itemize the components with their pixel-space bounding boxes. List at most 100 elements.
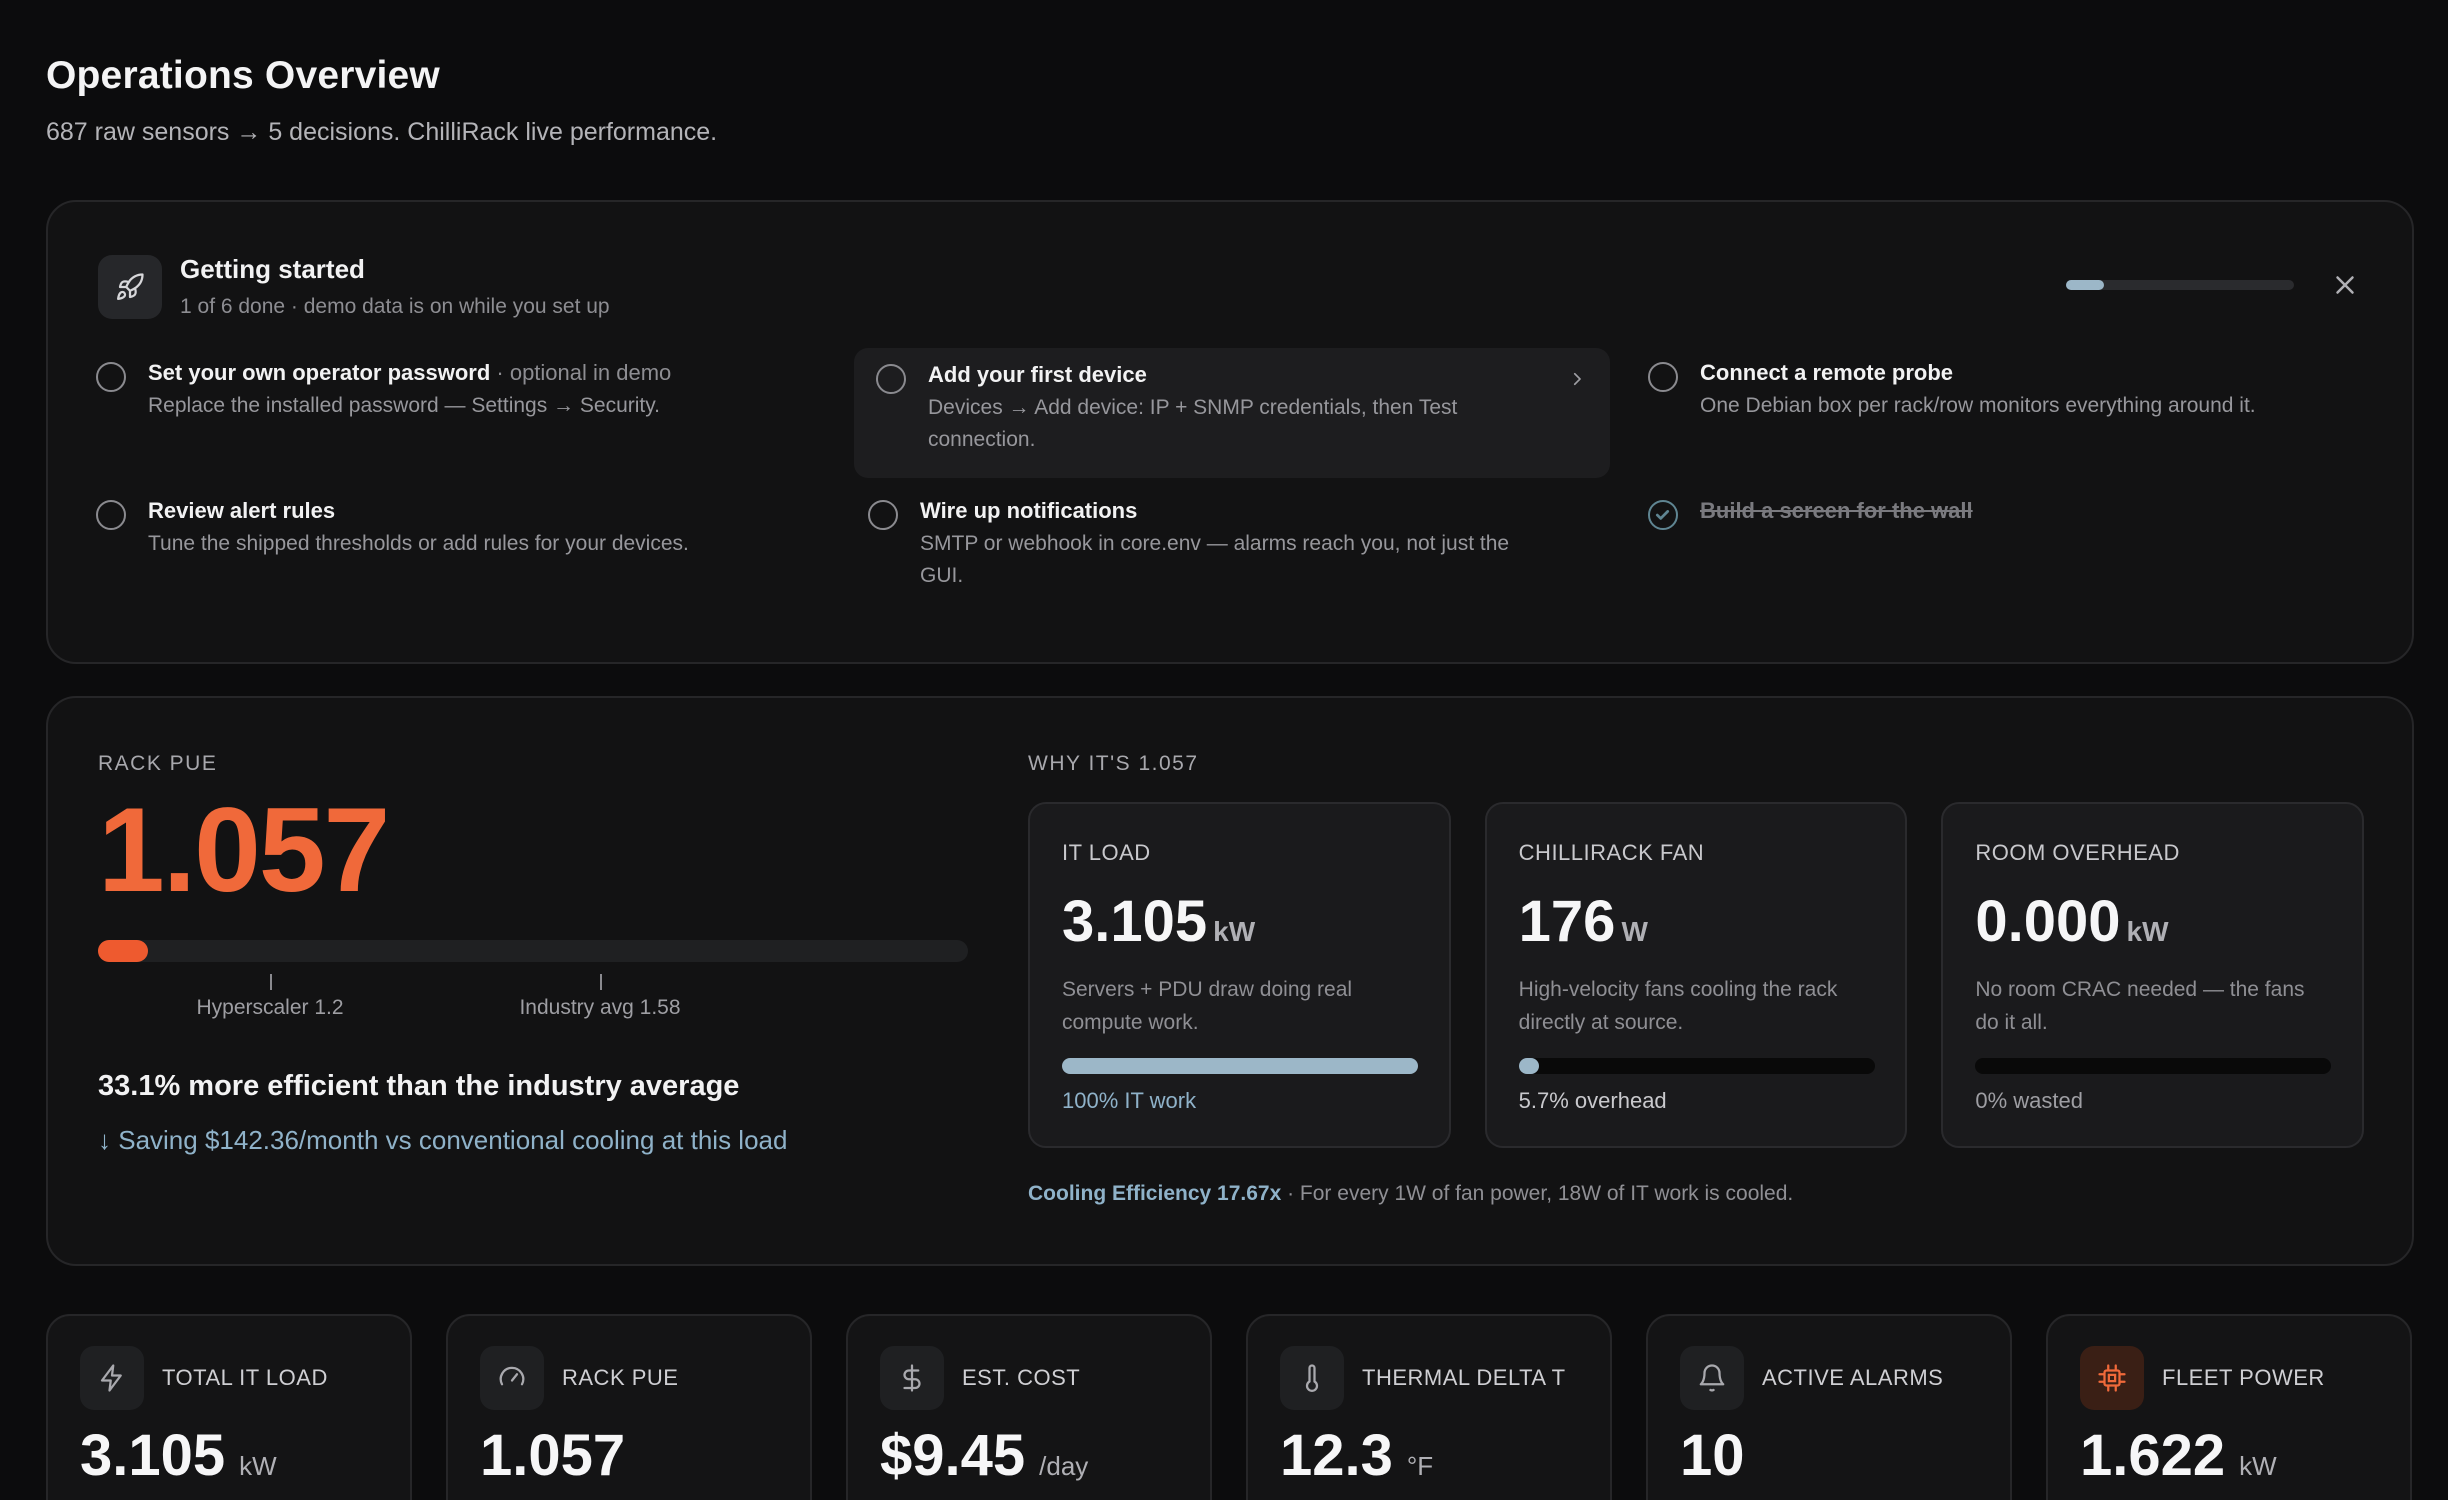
pue-scale-bar: Hyperscaler 1.2 Industry avg 1.58 bbox=[98, 940, 968, 1019]
it-load-card: IT LOAD 3.105 kW Servers + PDU draw doing… bbox=[1028, 802, 1451, 1148]
getting-started-card: Getting started 1 of 6 done · demo data … bbox=[46, 200, 2414, 664]
tile-value: 10 bbox=[1680, 1423, 1745, 1488]
task-title: Review alert rules bbox=[148, 498, 336, 523]
task-connect-remote-probe[interactable]: Connect a remote probe One Debian box pe… bbox=[1626, 340, 2382, 438]
tile-unit: °F bbox=[1406, 1451, 1434, 1481]
tile-value: $9.45 bbox=[880, 1423, 1026, 1488]
tile-active-alarms[interactable]: ACTIVE ALARMS 10 bbox=[1646, 1314, 2012, 1500]
room-overhead-card: ROOM OVERHEAD 0.000 kW No room CRAC neede… bbox=[1941, 802, 2365, 1148]
task-description: Devices → Add device: IP + SNMP credenti… bbox=[928, 396, 1458, 451]
tile-label: FLEET POWER bbox=[2162, 1365, 2325, 1390]
tile-unit: kW bbox=[2239, 1451, 2277, 1481]
cooling-efficiency-value: Cooling Efficiency 17.67x bbox=[1028, 1182, 1282, 1205]
rack-pue-value: 1.057 bbox=[98, 783, 390, 917]
task-note: · optional in demo bbox=[490, 360, 672, 385]
getting-started-subtitle: 1 of 6 done · demo data is on while you … bbox=[180, 295, 610, 318]
page-title: Operations Overview bbox=[46, 54, 440, 97]
checkbox-circle-icon[interactable] bbox=[96, 500, 126, 530]
gauge-icon bbox=[480, 1346, 544, 1410]
card-value: 0.000 bbox=[1975, 889, 2121, 954]
card-progress-bar bbox=[1518, 1058, 1875, 1074]
tile-label: THERMAL DELTA T bbox=[1362, 1365, 1566, 1390]
why-breakdown: WHY IT'S 1.057 IT LOAD 3.105 kW Servers +… bbox=[1028, 752, 2365, 1206]
card-description: No room CRAC needed — the fans do it all… bbox=[1975, 978, 2305, 1034]
stat-tiles: TOTAL IT LOAD 3.105 kW RACK PUE 1.057 EST… bbox=[46, 1314, 2414, 1500]
card-value: 176 bbox=[1518, 889, 1616, 954]
tile-value: 1.057 bbox=[480, 1423, 626, 1488]
card-progress-bar bbox=[1062, 1058, 1418, 1074]
operations-overview-page: Operations Overview 687 raw sensors → 5 … bbox=[0, 0, 2448, 1500]
tile-value: 3.105 bbox=[80, 1423, 226, 1488]
tile-est-cost[interactable]: EST. COST $9.45/day bbox=[846, 1314, 1212, 1500]
checkbox-circle-icon[interactable] bbox=[868, 500, 898, 530]
tile-label: ACTIVE ALARMS bbox=[1762, 1365, 1944, 1390]
bell-icon bbox=[1680, 1346, 1744, 1410]
getting-started-title: Getting started bbox=[180, 254, 365, 284]
task-wire-up-notifications[interactable]: Wire up notifications SMTP or webhook in… bbox=[846, 478, 1602, 608]
card-header: ROOM OVERHEAD bbox=[1975, 840, 2180, 865]
page-subtitle: 687 raw sensors → 5 decisions. ChilliRac… bbox=[46, 118, 718, 146]
efficiency-text: 33.1% more efficient than the industry a… bbox=[98, 1070, 740, 1102]
card-description: Servers + PDU draw doing real compute wo… bbox=[1062, 978, 1353, 1034]
tile-value: 12.3 bbox=[1280, 1423, 1393, 1488]
task-description: SMTP or webhook in core.env — alarms rea… bbox=[920, 532, 1510, 587]
card-caption: 100% IT work bbox=[1062, 1088, 1197, 1113]
bolt-icon bbox=[80, 1346, 144, 1410]
tile-value: 1.622 bbox=[2080, 1423, 2226, 1488]
saving-text: ↓ Saving $142.36/month vs conventional c… bbox=[98, 1125, 788, 1155]
tile-thermal-delta-t[interactable]: THERMAL DELTA T 12.3 °F bbox=[1246, 1314, 1612, 1500]
benchmark-tick bbox=[270, 974, 272, 990]
benchmark-tick bbox=[600, 974, 602, 990]
tile-label: EST. COST bbox=[962, 1365, 1081, 1390]
card-caption: 5.7% overhead bbox=[1518, 1088, 1667, 1113]
tile-unit: /day bbox=[1039, 1451, 1089, 1481]
task-title: Connect a remote probe bbox=[1700, 360, 1954, 385]
rack-pue-label: RACK PUE bbox=[98, 752, 218, 775]
check-circle-icon[interactable] bbox=[1648, 500, 1678, 530]
task-review-alert-rules[interactable]: Review alert rules Tune the shipped thre… bbox=[74, 478, 830, 576]
card-description: High-velocity fans cooling the rack dire… bbox=[1518, 978, 1838, 1034]
task-title: Add your first device bbox=[928, 362, 1147, 387]
task-operator-password[interactable]: Set your own operator password · optiona… bbox=[74, 340, 830, 438]
chip-icon bbox=[2080, 1346, 2144, 1410]
tile-unit: kW bbox=[239, 1451, 277, 1481]
cooling-efficiency-note: · For every 1W of fan power, 18W of IT w… bbox=[1281, 1182, 1794, 1205]
cooling-efficiency-row: Cooling Efficiency 17.67x · For every 1W… bbox=[1028, 1182, 2364, 1206]
card-caption: 0% wasted bbox=[1975, 1088, 2083, 1113]
card-unit: kW bbox=[1213, 916, 1256, 947]
card-header: CHILLIRACK FAN bbox=[1518, 840, 1705, 865]
card-header: IT LOAD bbox=[1062, 840, 1151, 865]
rocket-icon bbox=[98, 254, 162, 319]
benchmark-industry-label: Industry avg 1.58 bbox=[519, 996, 681, 1019]
task-description: Tune the shipped thresholds or add rules… bbox=[148, 532, 689, 555]
task-description: Replace the installed password — Setting… bbox=[148, 394, 661, 417]
task-build-wall-screen[interactable]: Build a screen for the wall bbox=[1626, 478, 2382, 542]
tile-rack-pue[interactable]: RACK PUE 1.057 bbox=[446, 1314, 812, 1500]
benchmark-hyperscaler-label: Hyperscaler 1.2 bbox=[196, 996, 344, 1019]
checkbox-circle-icon[interactable] bbox=[96, 362, 126, 392]
tile-total-it-load[interactable]: TOTAL IT LOAD 3.105 kW bbox=[46, 1314, 412, 1500]
task-description: One Debian box per rack/row monitors eve… bbox=[1700, 394, 2256, 417]
checkbox-circle-icon[interactable] bbox=[1648, 362, 1678, 392]
card-progress-bar bbox=[1975, 1058, 2332, 1074]
task-add-first-device[interactable]: Add your first device Devices → Add devi… bbox=[854, 348, 1610, 478]
task-title: Build a screen for the wall bbox=[1700, 498, 1973, 523]
pue-scale-fill bbox=[98, 940, 148, 962]
close-icon[interactable] bbox=[2330, 270, 2360, 300]
why-label: WHY IT'S 1.057 bbox=[1028, 752, 1199, 775]
task-title: Wire up notifications bbox=[920, 498, 1138, 523]
card-value: 3.105 bbox=[1062, 889, 1208, 954]
tile-fleet-power[interactable]: FLEET POWER 1.622 kW bbox=[2046, 1314, 2412, 1500]
chillirack-fan-card: CHILLIRACK FAN 176 W High-velocity fans c… bbox=[1484, 802, 1908, 1148]
chevron-right-icon[interactable] bbox=[1568, 370, 1586, 393]
card-unit: W bbox=[1621, 916, 1648, 947]
tile-label: TOTAL IT LOAD bbox=[162, 1365, 328, 1390]
checkbox-circle-icon[interactable] bbox=[876, 364, 906, 394]
card-unit: kW bbox=[2126, 916, 2169, 947]
tile-label: RACK PUE bbox=[562, 1365, 679, 1390]
getting-started-header: Getting started 1 of 6 done · demo data … bbox=[98, 254, 610, 319]
getting-started-progress bbox=[2066, 280, 2294, 290]
rack-pue-panel: RACK PUE 1.057 Hyperscaler 1.2 Industry … bbox=[46, 696, 2414, 1266]
dollar-icon bbox=[880, 1346, 944, 1410]
task-title: Set your own operator password bbox=[148, 360, 491, 385]
